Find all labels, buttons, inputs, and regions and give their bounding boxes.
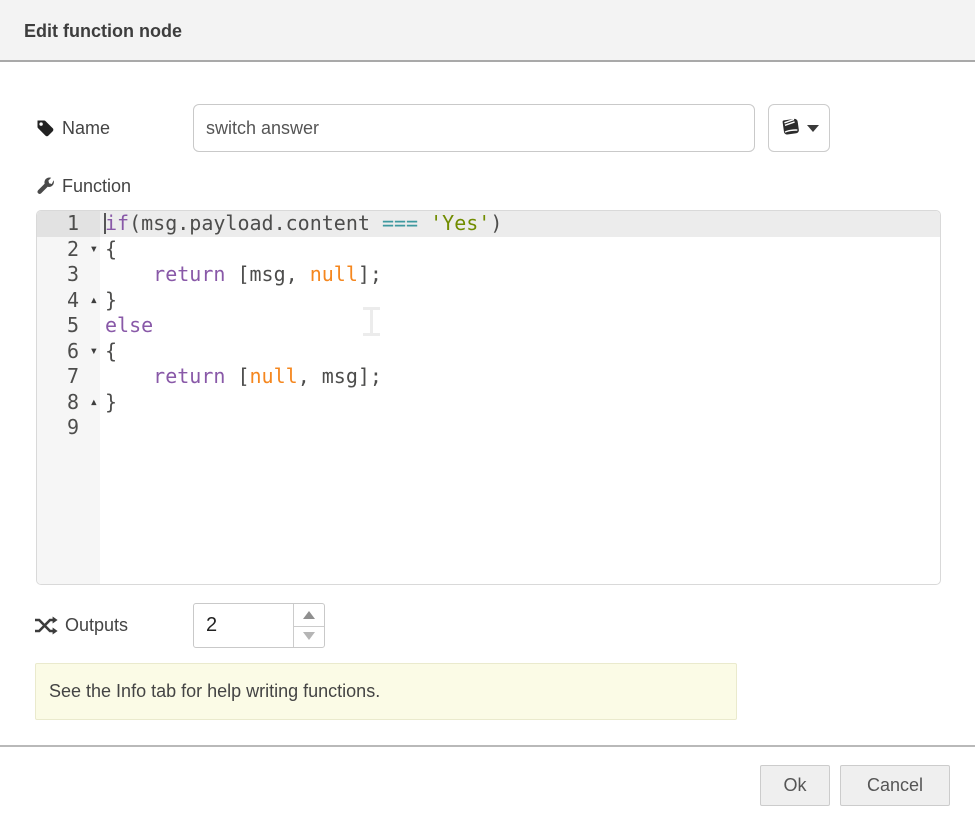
info-tip-text: See the Info tab for help writing functi…: [49, 681, 380, 702]
outputs-input[interactable]: [194, 604, 292, 647]
code-line[interactable]: 1if(msg.payload.content === 'Yes'): [37, 211, 940, 237]
spinner-buttons: [293, 604, 324, 647]
code-line[interactable]: 5else: [37, 313, 940, 339]
arrow-down-icon: [303, 632, 315, 640]
name-label-row: Name: [36, 104, 110, 152]
line-number-cell: 3: [37, 262, 100, 288]
outputs-label-row: Outputs: [34, 603, 128, 648]
function-label: Function: [62, 176, 131, 197]
text-cursor: [104, 213, 106, 234]
code-line[interactable]: 2▾{: [37, 237, 940, 263]
info-tip: See the Info tab for help writing functi…: [35, 663, 737, 720]
line-number-cell: 9: [37, 415, 100, 441]
name-input[interactable]: [193, 104, 755, 152]
code-line[interactable]: 8▴}: [37, 390, 940, 416]
line-number-cell: 8▴: [37, 390, 100, 416]
ok-button[interactable]: Ok: [760, 765, 830, 806]
spinner-down-button[interactable]: [294, 626, 324, 648]
outputs-label: Outputs: [65, 615, 128, 636]
fold-close-icon[interactable]: ▴: [90, 390, 98, 416]
fold-close-icon[interactable]: ▴: [90, 288, 98, 314]
mouse-ibeam-cursor: [363, 307, 380, 336]
fold-open-icon[interactable]: ▾: [90, 237, 98, 263]
code-line[interactable]: 6▾{: [37, 339, 940, 365]
line-number-cell: 1: [37, 211, 100, 237]
arrow-up-icon: [303, 611, 315, 619]
spinner-up-button[interactable]: [294, 604, 324, 627]
library-dropdown-button[interactable]: [768, 104, 830, 152]
cancel-button[interactable]: Cancel: [840, 765, 950, 806]
line-number-cell: 6▾: [37, 339, 100, 365]
line-number-cell: 5: [37, 313, 100, 339]
caret-down-icon: [807, 125, 819, 132]
code-line[interactable]: 9: [37, 415, 940, 441]
line-number-cell: 4▴: [37, 288, 100, 314]
tag-icon: [36, 119, 55, 138]
code-line[interactable]: 4▴}: [37, 288, 940, 314]
code-editor[interactable]: 1if(msg.payload.content === 'Yes')2▾{3 r…: [36, 210, 941, 585]
outputs-spinner: [193, 603, 325, 648]
line-number-cell: 7: [37, 364, 100, 390]
wrench-icon: [36, 177, 55, 196]
code-line[interactable]: 7 return [null, msg];: [37, 364, 940, 390]
editor-lines[interactable]: 1if(msg.payload.content === 'Yes')2▾{3 r…: [37, 211, 940, 441]
function-label-row: Function: [36, 172, 131, 200]
edit-function-node-dialog: Edit function node Name: [0, 0, 975, 824]
fold-open-icon[interactable]: ▾: [90, 339, 98, 365]
line-number-cell: 2▾: [37, 237, 100, 263]
code-line[interactable]: 3 return [msg, null];: [37, 262, 940, 288]
footer-divider: [0, 745, 975, 747]
name-label: Name: [62, 118, 110, 139]
shuffle-icon: [34, 616, 58, 635]
book-icon: [780, 118, 801, 138]
dialog-title: Edit function node: [24, 0, 182, 62]
dialog-header: Edit function node: [0, 0, 975, 62]
